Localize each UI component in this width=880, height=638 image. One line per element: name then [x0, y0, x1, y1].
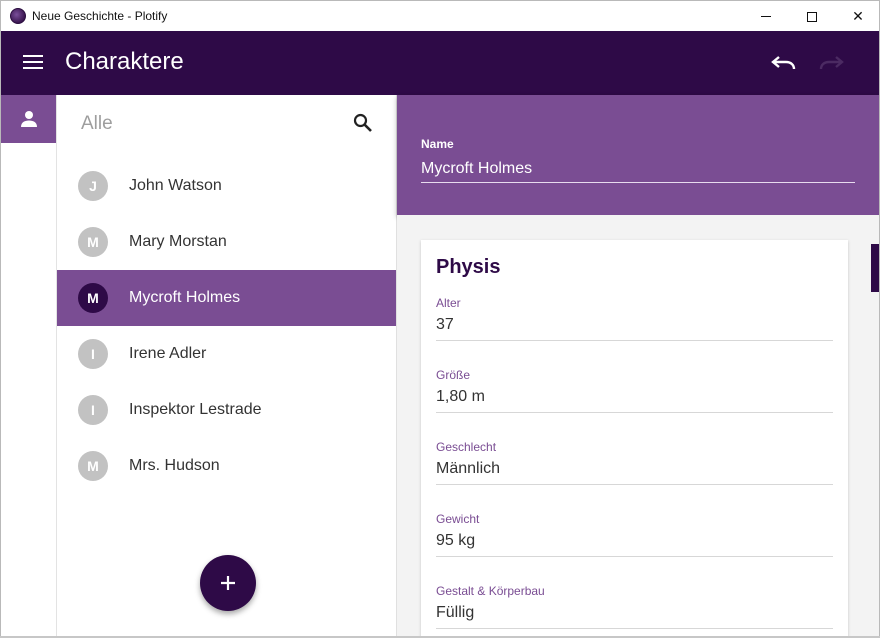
list-item[interactable]: M Mrs. Hudson	[57, 438, 396, 494]
field-underline	[436, 412, 833, 413]
search-icon	[353, 113, 372, 132]
avatar: M	[78, 283, 108, 313]
field-value[interactable]: 37	[436, 316, 454, 334]
undo-button[interactable]	[769, 49, 799, 77]
scrollbar-thumb[interactable]	[871, 244, 879, 292]
window-border	[0, 31, 1, 638]
app-bar: Charaktere	[1, 31, 879, 95]
field-groesse[interactable]: Größe 1,80 m	[436, 368, 833, 430]
close-icon: ✕	[852, 8, 864, 24]
field-value[interactable]: Füllig	[436, 604, 474, 622]
window-titlebar: Neue Geschichte - Plotify ✕	[0, 0, 880, 31]
add-icon	[221, 576, 235, 590]
maximize-icon	[807, 11, 817, 22]
navigation-rail	[1, 95, 57, 638]
field-gestalt[interactable]: Gestalt & Körperbau Füllig	[436, 584, 833, 638]
field-underline	[436, 556, 833, 557]
window-maximize-button[interactable]	[789, 1, 835, 32]
character-name: Irene Adler	[129, 345, 207, 362]
name-field[interactable]: Mycroft Holmes	[421, 160, 532, 178]
character-detail-header: Name Mycroft Holmes	[397, 95, 879, 215]
field-label: Größe	[436, 368, 471, 382]
person-icon	[20, 111, 37, 127]
avatar: I	[78, 339, 108, 369]
character-name: John Watson	[129, 177, 222, 194]
window-minimize-button[interactable]	[743, 1, 789, 32]
field-geschlecht[interactable]: Geschlecht Männlich	[436, 440, 833, 502]
window-title: Neue Geschichte - Plotify	[32, 9, 168, 23]
redo-button[interactable]	[816, 49, 846, 77]
list-item[interactable]: M Mary Morstan	[57, 214, 396, 270]
name-field-label: Name	[421, 137, 454, 151]
undo-icon	[771, 56, 796, 70]
page-title: Charaktere	[65, 48, 184, 75]
list-item[interactable]: I Inspektor Lestrade	[57, 382, 396, 438]
list-item-selected[interactable]: M Mycroft Holmes	[57, 270, 396, 326]
name-field-underline	[421, 182, 855, 183]
character-detail-body: Physis Alter 37 Größe 1,80 m Geschlecht …	[397, 215, 879, 638]
field-label: Gewicht	[436, 512, 480, 526]
list-item[interactable]: I Irene Adler	[57, 326, 396, 382]
avatar: M	[78, 227, 108, 257]
search-button[interactable]	[351, 111, 375, 135]
field-value[interactable]: 1,80 m	[436, 388, 485, 406]
field-value[interactable]: 95 kg	[436, 532, 475, 550]
list-item[interactable]: J John Watson	[57, 158, 396, 214]
avatar: J	[78, 171, 108, 201]
character-name: Mrs. Hudson	[129, 457, 220, 474]
field-label: Geschlecht	[436, 440, 497, 454]
field-underline	[436, 340, 833, 341]
character-list-panel: Alle J John Watson M Mary Morstan M Mycr…	[57, 95, 397, 638]
rail-item-characters[interactable]	[1, 95, 56, 143]
filter-label[interactable]: Alle	[81, 113, 113, 135]
physis-card: Physis Alter 37 Größe 1,80 m Geschlecht …	[421, 240, 848, 638]
card-title: Physis	[436, 256, 501, 278]
menu-icon[interactable]	[23, 55, 43, 71]
field-alter[interactable]: Alter 37	[436, 296, 833, 358]
minimize-icon	[761, 16, 771, 17]
field-label: Gestalt & Körperbau	[436, 584, 545, 598]
plotify-app-icon	[10, 8, 26, 24]
add-character-button[interactable]	[200, 555, 256, 611]
character-name: Inspektor Lestrade	[129, 401, 262, 418]
avatar: M	[78, 451, 108, 481]
character-name: Mycroft Holmes	[129, 289, 241, 306]
avatar: I	[78, 395, 108, 425]
character-list: J John Watson M Mary Morstan M Mycroft H…	[57, 158, 396, 494]
field-underline	[436, 484, 833, 485]
field-gewicht[interactable]: Gewicht 95 kg	[436, 512, 833, 574]
window-close-button[interactable]: ✕	[835, 1, 880, 32]
field-underline	[436, 628, 833, 629]
character-name: Mary Morstan	[129, 233, 227, 250]
field-value[interactable]: Männlich	[436, 460, 500, 478]
field-label: Alter	[436, 296, 461, 310]
redo-icon	[819, 56, 844, 70]
